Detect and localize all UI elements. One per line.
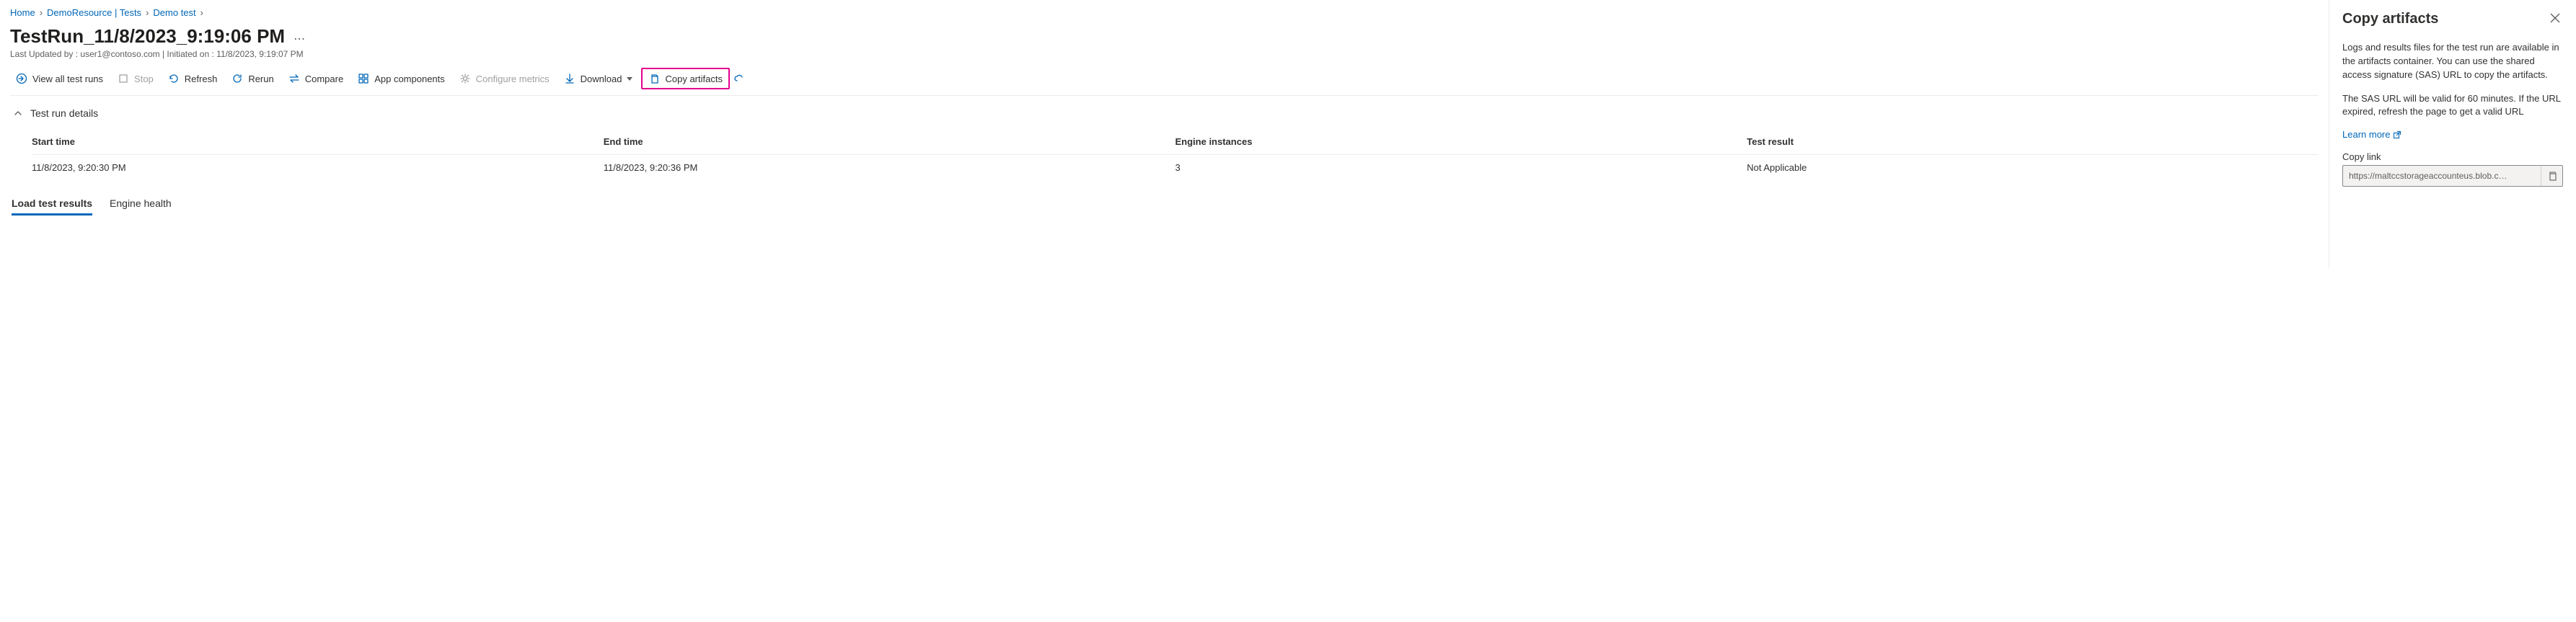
stop-button: Stop (112, 69, 159, 88)
tabs: Load test results Engine health (10, 193, 2319, 216)
cloud-icon (734, 73, 746, 84)
copy-artifacts-panel: Copy artifacts Logs and results files fo… (2329, 0, 2576, 268)
copy-icon (2547, 171, 2557, 181)
chevron-up-icon (13, 108, 23, 118)
tab-engine-health[interactable]: Engine health (110, 193, 172, 216)
refresh-icon (168, 73, 180, 84)
configure-metrics-button: Configure metrics (454, 69, 555, 88)
gear-icon (459, 73, 471, 84)
panel-title: Copy artifacts (2342, 11, 2438, 27)
section-header[interactable]: Test run details (10, 103, 2319, 129)
panel-description-2: The SAS URL will be valid for 60 minutes… (2342, 92, 2563, 120)
chevron-right-icon: › (40, 7, 43, 18)
cell-start-time: 11/8/2023, 9:20:30 PM (32, 155, 604, 180)
copy-icon (648, 73, 660, 84)
chevron-right-icon: › (200, 7, 203, 18)
col-start-time: Start time (32, 129, 604, 155)
page-subtitle: Last Updated by : user1@contoso.com | In… (10, 49, 2319, 59)
cell-test-result: Not Applicable (1747, 155, 2319, 180)
rerun-icon (231, 73, 243, 84)
close-icon (2550, 13, 2560, 23)
section-title: Test run details (30, 107, 98, 119)
view-all-runs-button[interactable]: View all test runs (10, 69, 109, 88)
arrow-right-circle-icon (16, 73, 27, 84)
cell-end-time: 11/8/2023, 9:20:36 PM (604, 155, 1175, 180)
cell-engine-instances: 3 (1175, 155, 1747, 180)
col-engine-instances: Engine instances (1175, 129, 1747, 155)
breadcrumb: Home › DemoResource | Tests › Demo test … (10, 6, 2319, 25)
breadcrumb-resource[interactable]: DemoResource | Tests (47, 7, 141, 18)
copy-link-input[interactable] (2343, 171, 2541, 181)
toolbar: View all test runs Stop Refresh Rerun Co… (10, 68, 2319, 96)
table-row: 11/8/2023, 9:20:30 PM 11/8/2023, 9:20:36… (32, 155, 2319, 180)
stop-icon (118, 73, 129, 84)
test-run-details-table: Start time End time Engine instances Tes… (10, 129, 2319, 180)
app-components-button[interactable]: App components (352, 69, 451, 88)
col-test-result: Test result (1747, 129, 2319, 155)
grid-icon (358, 73, 369, 84)
overflow-button[interactable] (733, 69, 747, 88)
more-icon[interactable]: ⋯ (294, 27, 305, 46)
col-end-time: End time (604, 129, 1175, 155)
panel-description-1: Logs and results files for the test run … (2342, 41, 2563, 82)
breadcrumb-home[interactable]: Home (10, 7, 35, 18)
external-link-icon (2393, 130, 2401, 139)
rerun-button[interactable]: Rerun (226, 69, 279, 88)
copy-link-box (2342, 165, 2563, 187)
download-button[interactable]: Download (558, 69, 639, 88)
download-icon (564, 73, 575, 84)
copy-to-clipboard-button[interactable] (2541, 166, 2562, 186)
chevron-down-icon (627, 77, 632, 81)
page-title: TestRun_11/8/2023_9:19:06 PM (10, 25, 285, 48)
refresh-button[interactable]: Refresh (162, 69, 224, 88)
chevron-right-icon: › (146, 7, 149, 18)
copy-link-label: Copy link (2342, 151, 2563, 162)
tab-load-test-results[interactable]: Load test results (12, 193, 92, 216)
compare-button[interactable]: Compare (283, 69, 349, 88)
breadcrumb-test[interactable]: Demo test (153, 7, 195, 18)
learn-more-link[interactable]: Learn more (2342, 129, 2401, 140)
copy-artifacts-button[interactable]: Copy artifacts (643, 69, 728, 88)
close-button[interactable] (2547, 10, 2563, 28)
compare-icon (288, 73, 300, 84)
